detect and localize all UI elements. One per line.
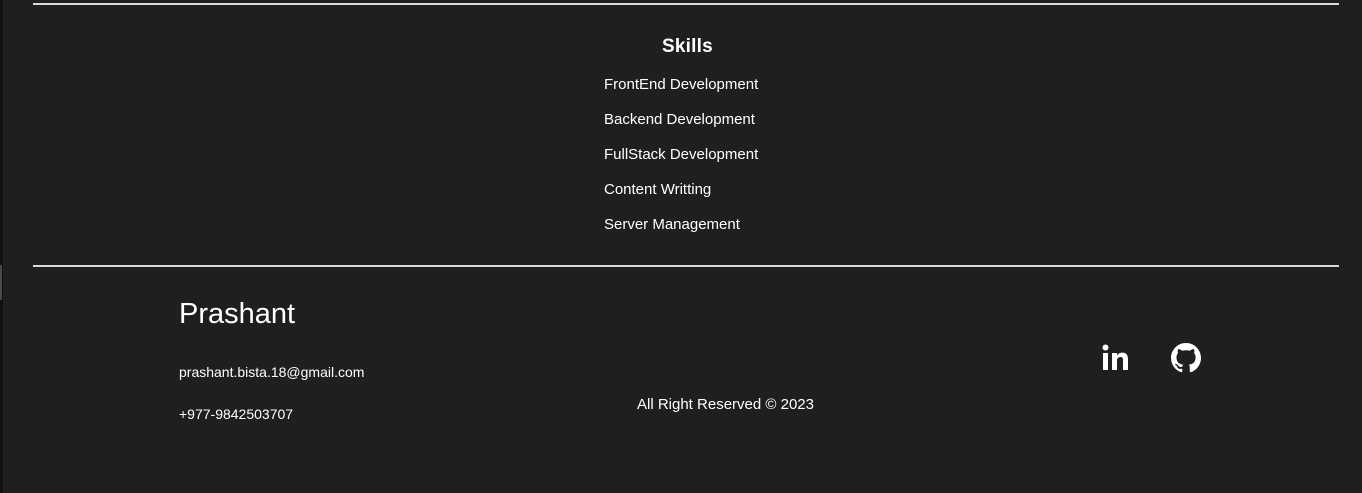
skill-item-backend[interactable]: Backend Development [604,110,758,145]
contact-email-link[interactable]: prashant.bista.18@gmail.com [179,364,364,380]
skill-item-server-management[interactable]: Server Management [604,215,758,250]
page: Skills FrontEnd Development Backend Deve… [0,0,1362,493]
linkedin-link[interactable] [1101,343,1131,373]
github-link[interactable] [1171,343,1201,373]
left-edge [0,0,3,493]
skill-item-content-writing[interactable]: Content Writting [604,180,758,215]
copyright-text: All Right Reserved © 2023 [637,396,814,413]
linkedin-icon [1101,343,1131,373]
brand-name: Prashant [179,298,296,330]
contact-phone-link[interactable]: +977-9842503707 [179,406,293,422]
skill-item-fullstack[interactable]: FullStack Development [604,145,758,180]
scroll-marker [0,265,2,300]
skills-list: FrontEnd Development Backend Development… [604,75,758,250]
skill-item-frontend[interactable]: FrontEnd Development [604,75,758,110]
github-icon [1171,343,1201,373]
skills-title: Skills [662,36,713,57]
top-divider [33,3,1339,5]
footer-divider [33,265,1339,267]
